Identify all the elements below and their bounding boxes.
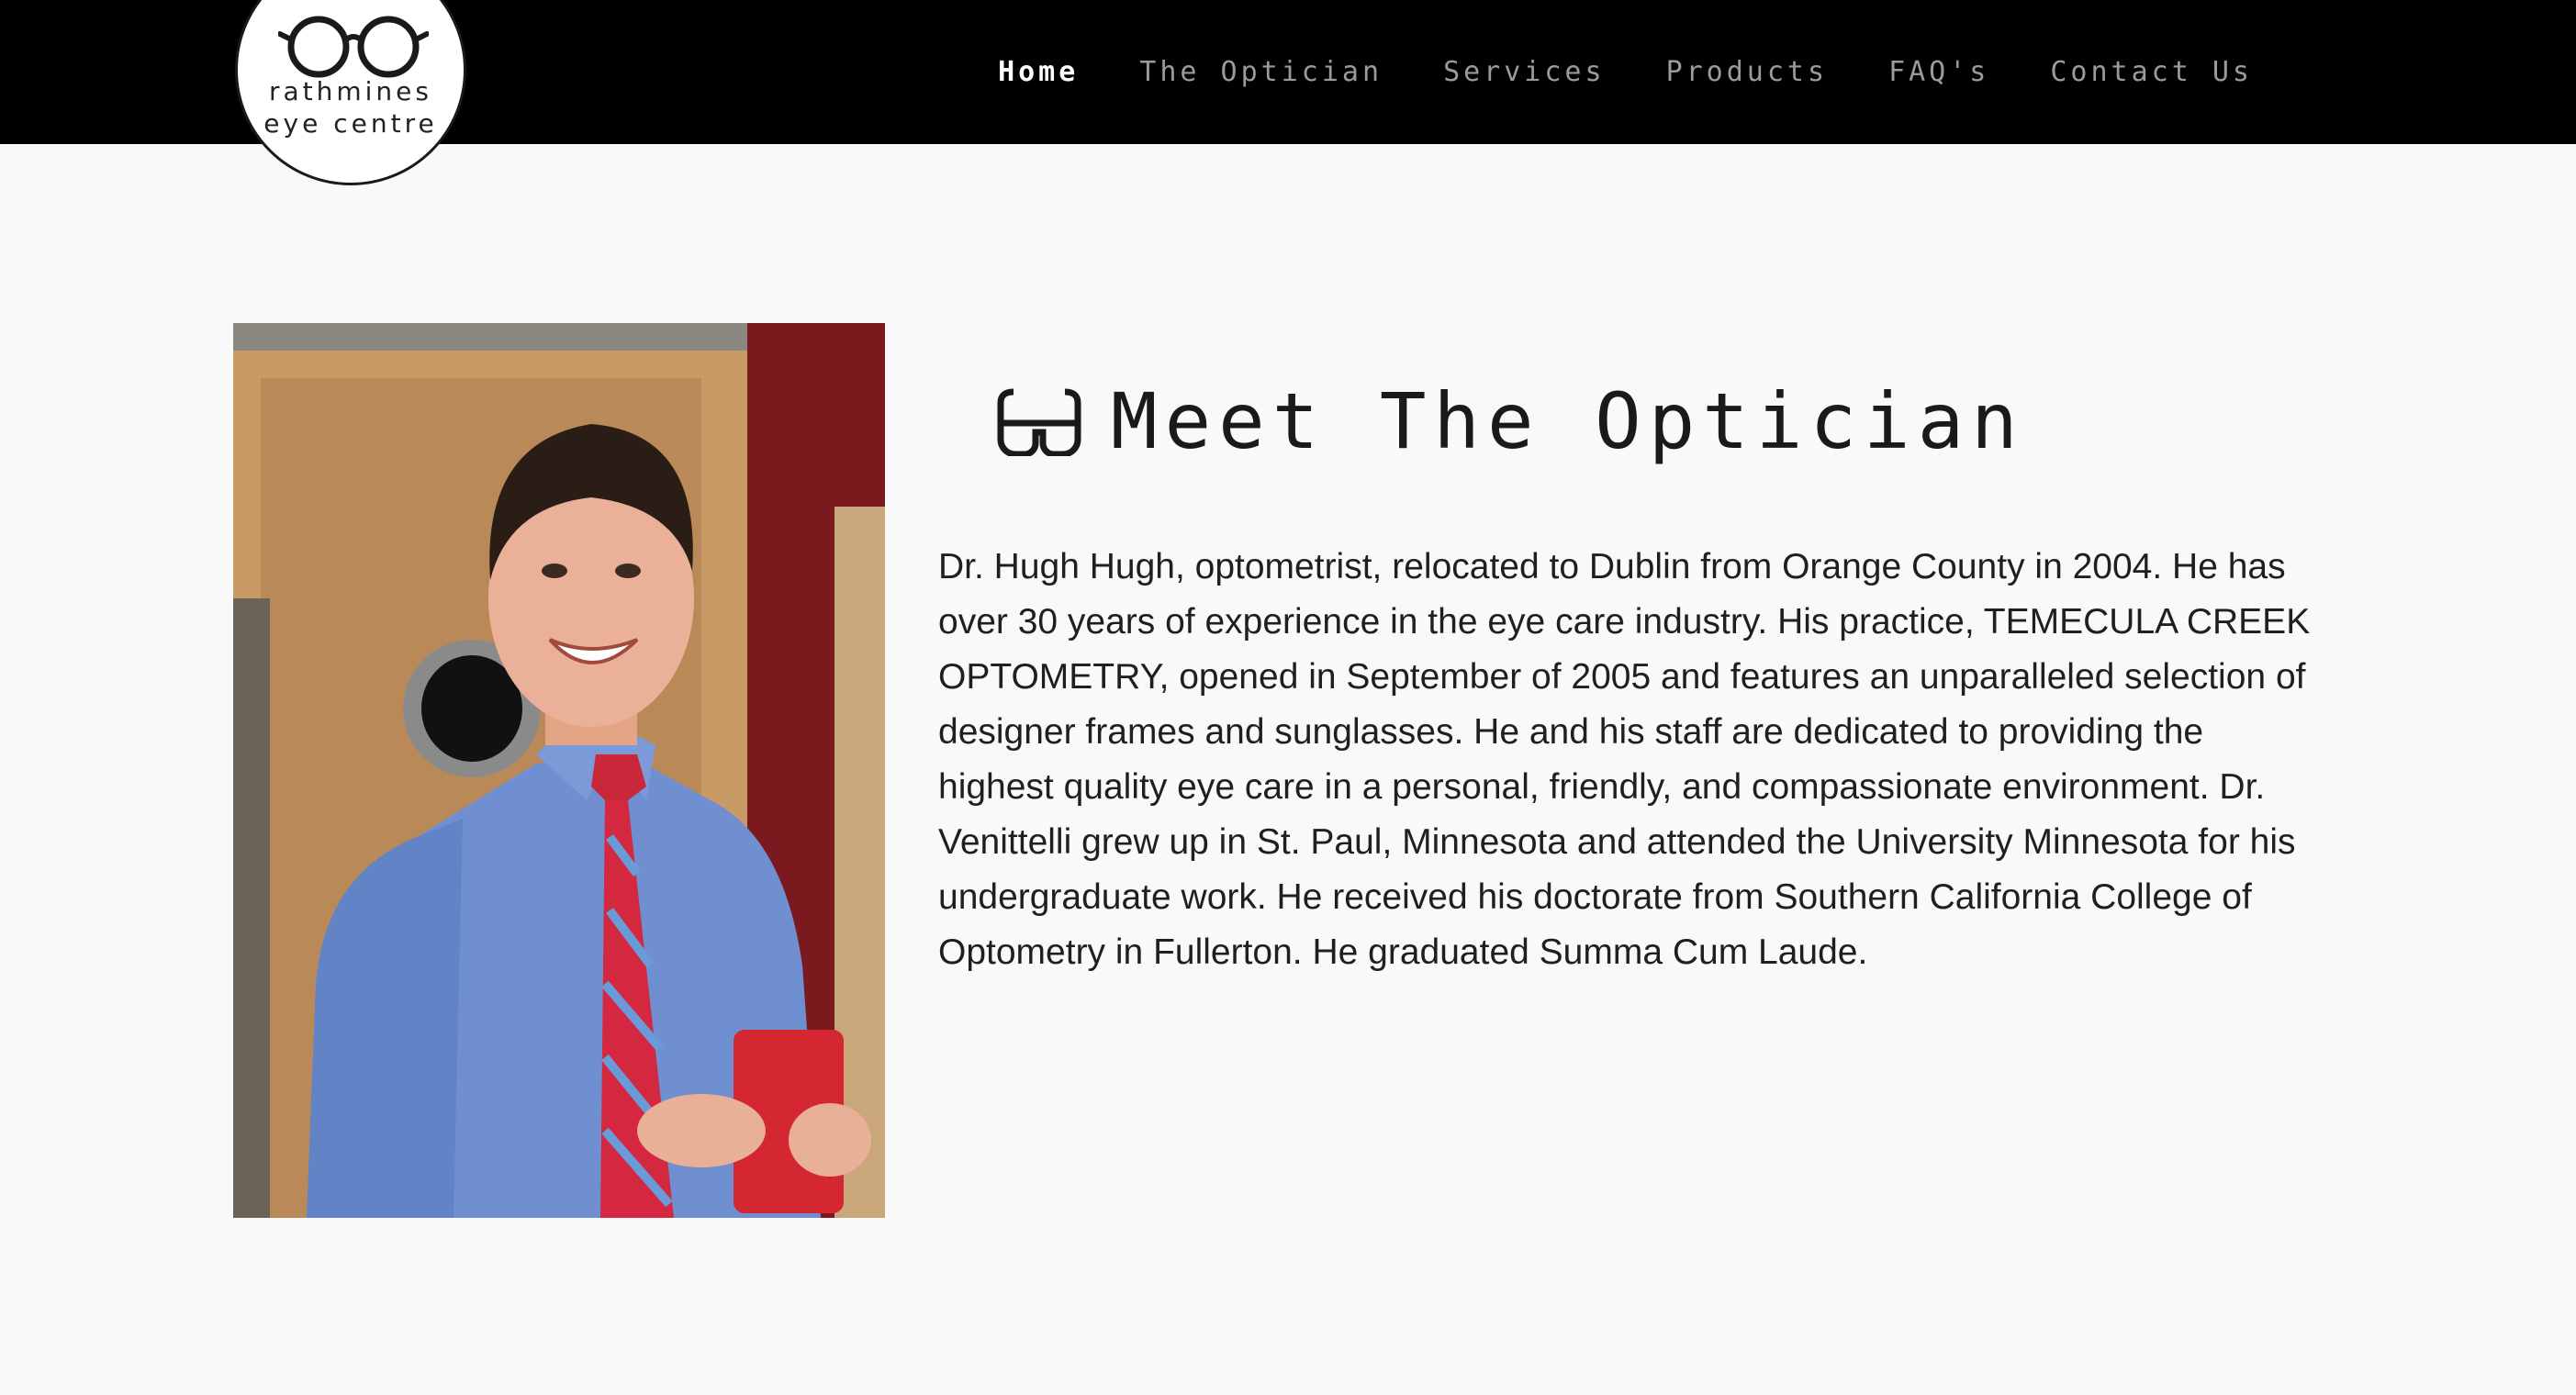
page-title: Meet The Optician [1111,376,2025,466]
optician-photo [233,323,885,1218]
nav-item-products[interactable]: Products [1666,56,1829,88]
glasses-icon [995,386,1083,456]
section-heading: Meet The Optician [995,376,2025,466]
nav-item-contact-us[interactable]: Contact Us [2050,56,2253,88]
top-navbar: rathmines eye centre Home The Optician S… [0,0,2576,185]
nav-item-home[interactable]: Home [998,56,1079,88]
logo-text-line1: rathmines [268,76,432,106]
glasses-icon [278,16,429,78]
main-nav: Home The Optician Services Products FAQ'… [998,0,2253,144]
nav-item-services[interactable]: Services [1443,56,1606,88]
logo-text-line2: eye centre [263,108,438,139]
site-logo[interactable]: rathmines eye centre [235,0,466,185]
nav-item-the-optician[interactable]: The Optician [1139,56,1383,88]
nav-item-faqs[interactable]: FAQ's [1888,56,1989,88]
optician-bio: Dr. Hugh Hugh, optometrist, relocated to… [938,547,2311,972]
